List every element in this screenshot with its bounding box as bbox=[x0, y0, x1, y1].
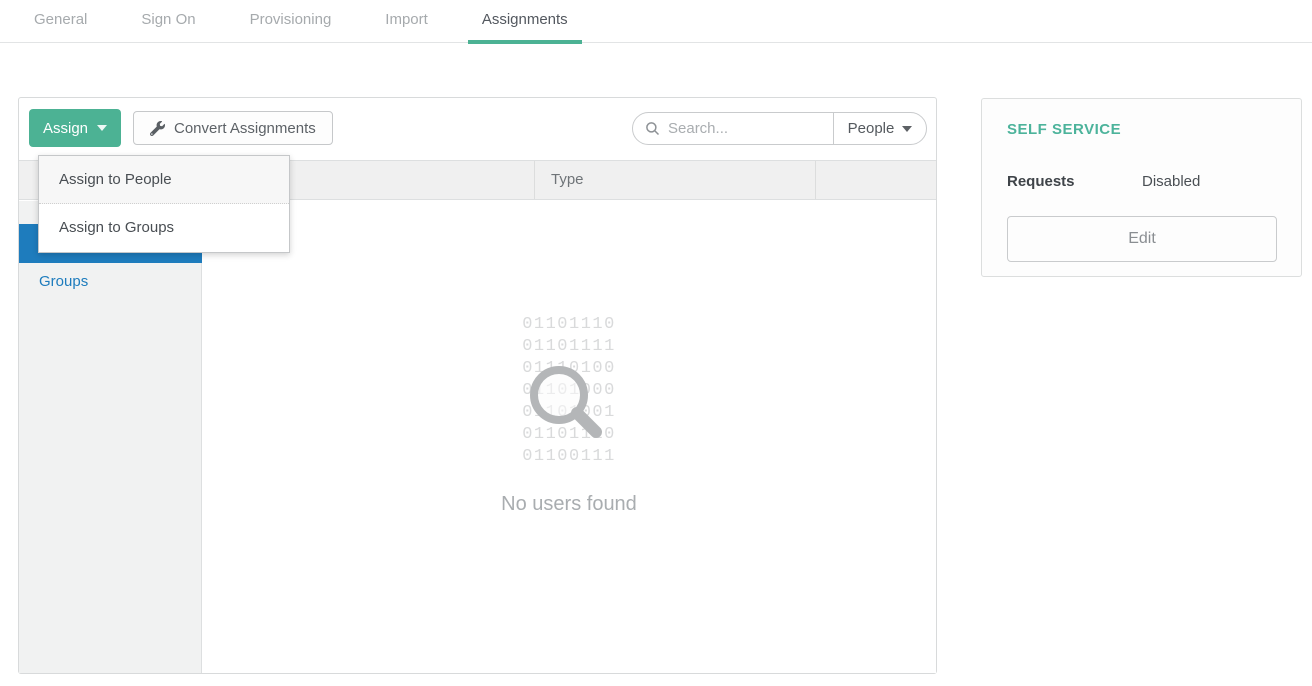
tab-general[interactable]: General bbox=[20, 0, 101, 43]
assign-button[interactable]: Assign bbox=[29, 109, 121, 147]
self-service-panel: SELF SERVICE Requests Disabled Edit bbox=[981, 98, 1302, 277]
column-divider bbox=[534, 161, 535, 199]
search-group: People bbox=[632, 112, 927, 145]
search-icon bbox=[645, 121, 660, 136]
magnifier-empty-icon bbox=[507, 343, 631, 467]
tab-import[interactable]: Import bbox=[371, 0, 442, 43]
caret-down-icon bbox=[902, 126, 912, 132]
type-column-header: Type bbox=[551, 161, 584, 199]
caret-down-icon bbox=[97, 125, 107, 131]
assignments-content: Groups 01101110 01101111 01110100 011010… bbox=[19, 201, 936, 673]
wrench-icon bbox=[150, 121, 165, 136]
sidebar-item-groups[interactable]: Groups bbox=[19, 263, 202, 301]
edit-button[interactable]: Edit bbox=[1007, 216, 1277, 262]
requests-label: Requests bbox=[1007, 173, 1075, 190]
results-area: 01101110 01101111 01110100 01101000 0110… bbox=[202, 201, 936, 673]
menu-item-assign-to-people[interactable]: Assign to People bbox=[39, 156, 289, 204]
app-tab-bar: General Sign On Provisioning Import Assi… bbox=[0, 0, 1312, 43]
column-divider bbox=[815, 161, 816, 199]
filter-sidebar: Groups bbox=[19, 201, 202, 673]
assignments-toolbar: Assign Convert Assignments People bbox=[19, 98, 936, 160]
empty-state-message: No users found bbox=[202, 493, 936, 516]
convert-assignments-button[interactable]: Convert Assignments bbox=[133, 111, 333, 145]
tab-sign-on[interactable]: Sign On bbox=[127, 0, 209, 43]
assign-dropdown-menu: Assign to People Assign to Groups bbox=[38, 155, 290, 253]
requests-value: Disabled bbox=[1142, 173, 1200, 190]
search-input[interactable] bbox=[668, 120, 828, 137]
self-service-title: SELF SERVICE bbox=[1007, 121, 1121, 138]
tab-assignments[interactable]: Assignments bbox=[468, 0, 582, 43]
tab-provisioning[interactable]: Provisioning bbox=[236, 0, 346, 43]
menu-item-assign-to-groups[interactable]: Assign to Groups bbox=[39, 204, 289, 252]
active-tab-underline bbox=[468, 40, 582, 44]
search-filter-dropdown[interactable]: People bbox=[833, 113, 926, 144]
